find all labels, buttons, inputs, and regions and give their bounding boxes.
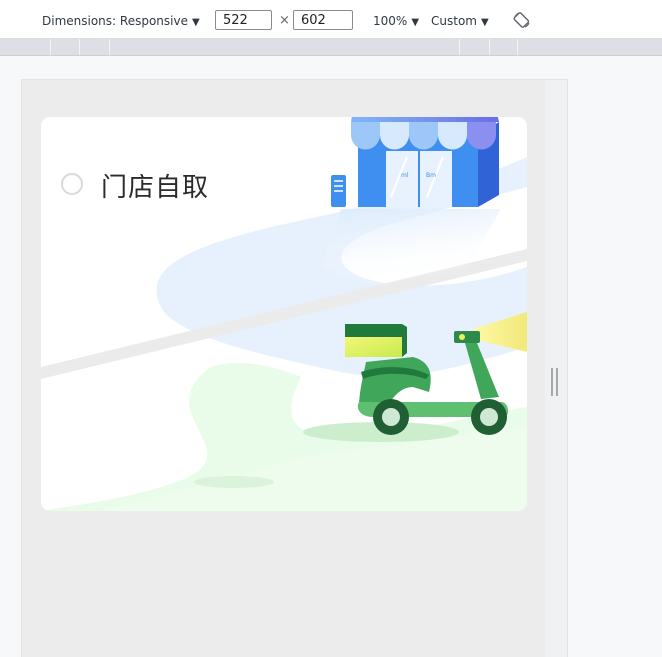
caret-down-icon: ▼ (191, 17, 200, 28)
ruler-tick (517, 39, 518, 55)
throttle-label: Custom (431, 14, 477, 28)
caret-down-icon: ▼ (480, 17, 489, 28)
resize-handle[interactable] (551, 368, 559, 396)
device-toolbar: Dimensions: Responsive▼ × 100%▼ Custom▼ (0, 0, 662, 39)
store-door-sign-right: Bm (426, 172, 436, 179)
store-light-beam (321, 209, 501, 287)
pickup-option-label: 门店自取 (101, 173, 210, 203)
ruler-tick (489, 39, 490, 55)
width-input[interactable] (215, 10, 272, 30)
throttle-dropdown[interactable]: Custom ▼ (431, 14, 489, 28)
zoom-dropdown[interactable]: 100% ▼ (373, 14, 419, 28)
ruler-tick (459, 39, 460, 55)
zoom-label: 100% (373, 14, 408, 28)
store-illustration: ml Bm (331, 117, 499, 207)
ruler-tick (50, 39, 51, 55)
dimensions-label: Dimensions: Responsive (42, 14, 188, 28)
height-input[interactable] (293, 10, 353, 30)
caret-down-icon: ▼ (411, 17, 420, 28)
store-door-sign-left: ml (401, 172, 409, 179)
dimensions-dropdown[interactable]: Dimensions: Responsive ▼ (42, 14, 200, 28)
ruler-tick (109, 39, 110, 55)
media-query-ruler[interactable] (0, 39, 662, 56)
pickup-option-card[interactable]: ml Bm 门店自取 (41, 117, 527, 511)
rotate-button[interactable] (512, 10, 532, 30)
times-symbol: × (279, 13, 290, 28)
rotate-icon (513, 12, 530, 28)
ruler-tick (79, 39, 80, 55)
pickup-radio-button[interactable] (61, 173, 83, 195)
